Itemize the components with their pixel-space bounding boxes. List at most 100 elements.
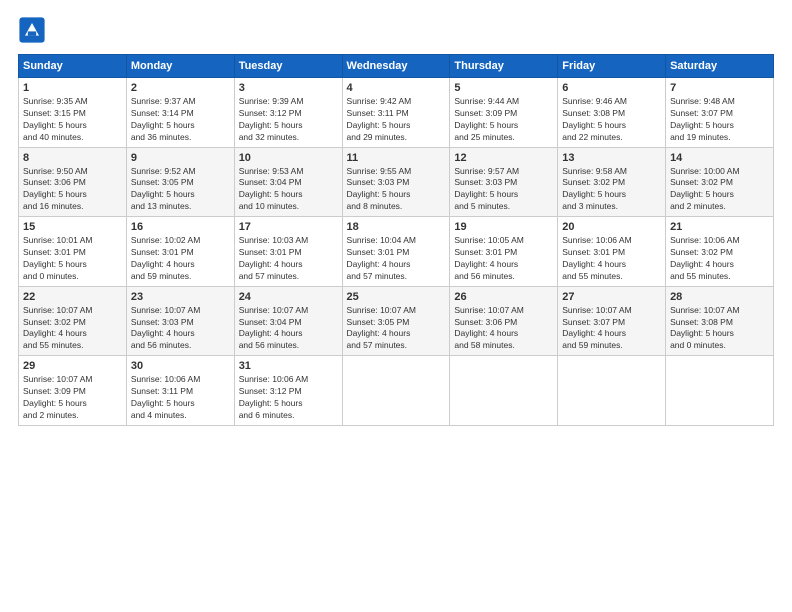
- day-info: Sunrise: 10:03 AMSunset: 3:01 PMDaylight…: [239, 235, 338, 283]
- calendar-cell: [342, 356, 450, 426]
- day-info: Sunrise: 10:06 AMSunset: 3:11 PMDaylight…: [131, 374, 230, 422]
- calendar-week-3: 15 Sunrise: 10:01 AMSunset: 3:01 PMDaylig…: [19, 217, 774, 287]
- day-info: Sunrise: 9:58 AMSunset: 3:02 PMDaylight:…: [562, 166, 661, 214]
- day-number: 25: [347, 291, 446, 303]
- day-number: 23: [131, 291, 230, 303]
- day-number: 6: [562, 82, 661, 94]
- day-number: 22: [23, 291, 122, 303]
- day-info: Sunrise: 9:52 AMSunset: 3:05 PMDaylight:…: [131, 166, 230, 214]
- day-number: 3: [239, 82, 338, 94]
- calendar-cell: 15 Sunrise: 10:01 AMSunset: 3:01 PMDaylig…: [19, 217, 127, 287]
- day-info: Sunrise: 10:07 AMSunset: 3:07 PMDaylight…: [562, 305, 661, 353]
- calendar-week-1: 1Sunrise: 9:35 AMSunset: 3:15 PMDaylight…: [19, 78, 774, 148]
- calendar-cell: 8 Sunrise: 9:50 AMSunset: 3:06 PMDaylight…: [19, 147, 127, 217]
- header-day-monday: Monday: [126, 55, 234, 78]
- calendar-cell: 23 Sunrise: 10:07 AMSunset: 3:03 PMDaylig…: [126, 286, 234, 356]
- day-info: Sunrise: 10:05 AMSunset: 3:01 PMDaylight…: [454, 235, 553, 283]
- day-number: 12: [454, 152, 553, 164]
- calendar-cell: 1Sunrise: 9:35 AMSunset: 3:15 PMDaylight…: [19, 78, 127, 148]
- day-info: Sunrise: 9:37 AMSunset: 3:14 PMDaylight:…: [131, 96, 230, 144]
- header: [18, 16, 774, 44]
- day-number: 17: [239, 221, 338, 233]
- day-number: 31: [239, 360, 338, 372]
- calendar-cell: 19 Sunrise: 10:05 AMSunset: 3:01 PMDaylig…: [450, 217, 558, 287]
- calendar-cell: 31 Sunrise: 10:06 AMSunset: 3:12 PMDaylig…: [234, 356, 342, 426]
- calendar-cell: [558, 356, 666, 426]
- calendar-cell: 22Sunrise: 10:07 AMSunset: 3:02 PMDaylig…: [19, 286, 127, 356]
- calendar-cell: 21 Sunrise: 10:06 AMSunset: 3:02 PMDaylig…: [666, 217, 774, 287]
- day-number: 21: [670, 221, 769, 233]
- day-number: 1: [23, 82, 122, 94]
- day-info: Sunrise: 9:46 AMSunset: 3:08 PMDaylight:…: [562, 96, 661, 144]
- logo: [18, 16, 48, 44]
- day-info: Sunrise: 10:07 AMSunset: 3:09 PMDaylight…: [23, 374, 122, 422]
- day-number: 24: [239, 291, 338, 303]
- day-info: Sunrise: 9:57 AMSunset: 3:03 PMDaylight:…: [454, 166, 553, 214]
- day-number: 19: [454, 221, 553, 233]
- header-day-tuesday: Tuesday: [234, 55, 342, 78]
- day-number: 2: [131, 82, 230, 94]
- day-number: 10: [239, 152, 338, 164]
- calendar-cell: 28 Sunrise: 10:07 AMSunset: 3:08 PMDaylig…: [666, 286, 774, 356]
- day-info: Sunrise: 10:06 AMSunset: 3:12 PMDaylight…: [239, 374, 338, 422]
- day-number: 13: [562, 152, 661, 164]
- day-number: 29: [23, 360, 122, 372]
- day-number: 14: [670, 152, 769, 164]
- calendar-cell: 25 Sunrise: 10:07 AMSunset: 3:05 PMDaylig…: [342, 286, 450, 356]
- calendar-cell: 13 Sunrise: 9:58 AMSunset: 3:02 PMDayligh…: [558, 147, 666, 217]
- calendar-cell: 4 Sunrise: 9:42 AMSunset: 3:11 PMDaylight…: [342, 78, 450, 148]
- calendar-cell: 17 Sunrise: 10:03 AMSunset: 3:01 PMDaylig…: [234, 217, 342, 287]
- day-number: 28: [670, 291, 769, 303]
- calendar-header-row: SundayMondayTuesdayWednesdayThursdayFrid…: [19, 55, 774, 78]
- day-info: Sunrise: 10:06 AMSunset: 3:01 PMDaylight…: [562, 235, 661, 283]
- calendar-cell: [450, 356, 558, 426]
- day-number: 15: [23, 221, 122, 233]
- day-info: Sunrise: 9:44 AMSunset: 3:09 PMDaylight:…: [454, 96, 553, 144]
- calendar-cell: 18 Sunrise: 10:04 AMSunset: 3:01 PMDaylig…: [342, 217, 450, 287]
- calendar-cell: 7 Sunrise: 9:48 AMSunset: 3:07 PMDaylight…: [666, 78, 774, 148]
- day-info: Sunrise: 9:53 AMSunset: 3:04 PMDaylight:…: [239, 166, 338, 214]
- day-info: Sunrise: 10:07 AMSunset: 3:04 PMDaylight…: [239, 305, 338, 353]
- day-number: 7: [670, 82, 769, 94]
- day-info: Sunrise: 10:02 AMSunset: 3:01 PMDaylight…: [131, 235, 230, 283]
- day-number: 27: [562, 291, 661, 303]
- day-info: Sunrise: 10:07 AMSunset: 3:03 PMDaylight…: [131, 305, 230, 353]
- calendar-cell: 24 Sunrise: 10:07 AMSunset: 3:04 PMDaylig…: [234, 286, 342, 356]
- header-day-saturday: Saturday: [666, 55, 774, 78]
- calendar-cell: 9 Sunrise: 9:52 AMSunset: 3:05 PMDaylight…: [126, 147, 234, 217]
- day-info: Sunrise: 9:39 AMSunset: 3:12 PMDaylight:…: [239, 96, 338, 144]
- calendar-cell: 29 Sunrise: 10:07 AMSunset: 3:09 PMDaylig…: [19, 356, 127, 426]
- day-info: Sunrise: 10:00 AMSunset: 3:02 PMDaylight…: [670, 166, 769, 214]
- day-number: 4: [347, 82, 446, 94]
- day-number: 18: [347, 221, 446, 233]
- calendar-cell: 3 Sunrise: 9:39 AMSunset: 3:12 PMDaylight…: [234, 78, 342, 148]
- day-number: 9: [131, 152, 230, 164]
- day-info: Sunrise: 10:06 AMSunset: 3:02 PMDaylight…: [670, 235, 769, 283]
- calendar-cell: 6 Sunrise: 9:46 AMSunset: 3:08 PMDaylight…: [558, 78, 666, 148]
- day-number: 30: [131, 360, 230, 372]
- header-day-wednesday: Wednesday: [342, 55, 450, 78]
- header-day-friday: Friday: [558, 55, 666, 78]
- day-number: 20: [562, 221, 661, 233]
- day-info: Sunrise: 10:07 AMSunset: 3:08 PMDaylight…: [670, 305, 769, 353]
- day-info: Sunrise: 9:50 AMSunset: 3:06 PMDaylight:…: [23, 166, 122, 214]
- calendar-cell: 16 Sunrise: 10:02 AMSunset: 3:01 PMDaylig…: [126, 217, 234, 287]
- day-number: 16: [131, 221, 230, 233]
- day-info: Sunrise: 10:04 AMSunset: 3:01 PMDaylight…: [347, 235, 446, 283]
- day-info: Sunrise: 10:07 AMSunset: 3:05 PMDaylight…: [347, 305, 446, 353]
- day-info: Sunrise: 9:42 AMSunset: 3:11 PMDaylight:…: [347, 96, 446, 144]
- calendar-week-5: 29 Sunrise: 10:07 AMSunset: 3:09 PMDaylig…: [19, 356, 774, 426]
- calendar-cell: 27 Sunrise: 10:07 AMSunset: 3:07 PMDaylig…: [558, 286, 666, 356]
- day-info: Sunrise: 9:48 AMSunset: 3:07 PMDaylight:…: [670, 96, 769, 144]
- day-number: 26: [454, 291, 553, 303]
- calendar-cell: 11Sunrise: 9:55 AMSunset: 3:03 PMDayligh…: [342, 147, 450, 217]
- header-day-sunday: Sunday: [19, 55, 127, 78]
- header-day-thursday: Thursday: [450, 55, 558, 78]
- day-number: 8: [23, 152, 122, 164]
- calendar-cell: 14 Sunrise: 10:00 AMSunset: 3:02 PMDaylig…: [666, 147, 774, 217]
- calendar-week-4: 22Sunrise: 10:07 AMSunset: 3:02 PMDaylig…: [19, 286, 774, 356]
- calendar-cell: 10 Sunrise: 9:53 AMSunset: 3:04 PMDayligh…: [234, 147, 342, 217]
- calendar-cell: 30 Sunrise: 10:06 AMSunset: 3:11 PMDaylig…: [126, 356, 234, 426]
- calendar-week-2: 8 Sunrise: 9:50 AMSunset: 3:06 PMDaylight…: [19, 147, 774, 217]
- day-info: Sunrise: 10:01 AMSunset: 3:01 PMDaylight…: [23, 235, 122, 283]
